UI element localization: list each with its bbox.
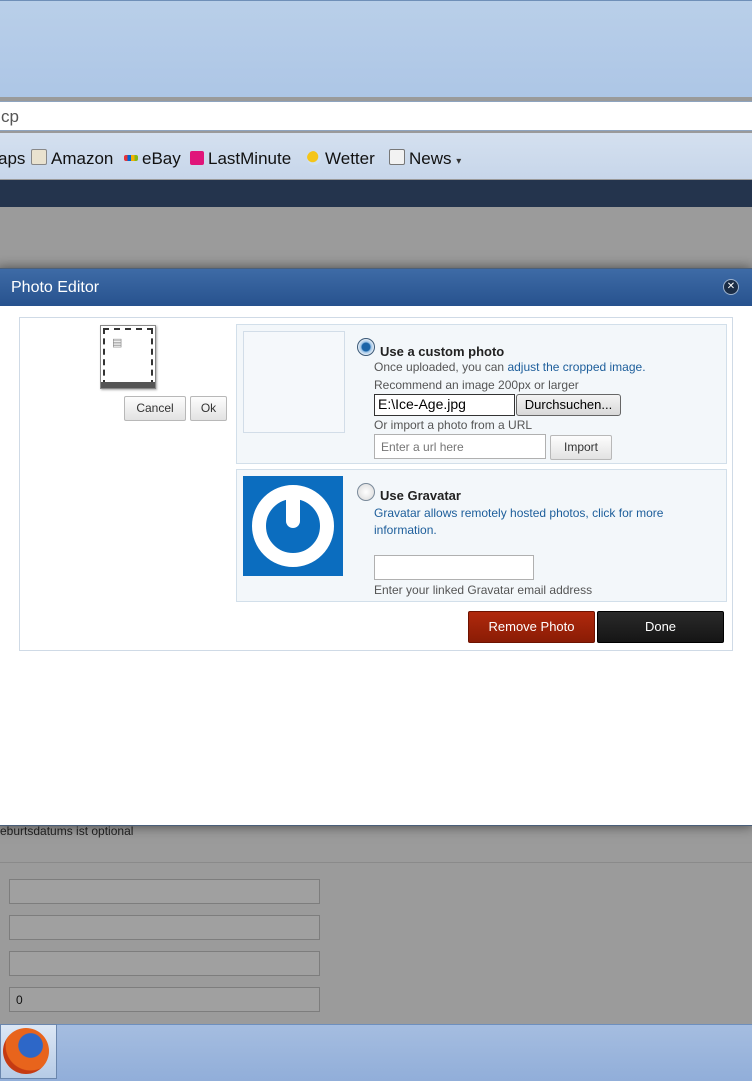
news-icon [389,149,405,165]
crop-preview[interactable]: ▤ [100,325,156,389]
lastminute-icon [190,151,204,165]
address-bar[interactable]: cp [0,101,752,131]
crop-selection[interactable]: ▤ [103,328,153,386]
gravatar-email-input[interactable] [374,555,534,580]
weather-icon [307,151,321,165]
gravatar-panel: Use Gravatar Gravatar allows remotely ho… [236,469,727,602]
site-navbar [0,180,752,207]
birthdate-note: eburtsdatums ist optional [0,824,134,838]
profile-field[interactable] [9,879,320,904]
bookmark-maps[interactable]: aps [0,149,25,169]
ok-button[interactable]: Ok [190,396,227,421]
gravatar-hint: Enter your linked Gravatar email address [374,583,593,597]
remove-photo-button[interactable]: Remove Photo [468,611,595,643]
custom-photo-radio[interactable] [357,338,375,356]
ebay-icon [124,155,138,161]
gravatar-info-link[interactable]: Gravatar allows remotely hosted photos, … [374,505,684,539]
dialog-header: Photo Editor ✕ [0,269,752,306]
adjust-crop-link[interactable]: adjust the cropped image. [507,360,645,374]
profile-field[interactable] [9,915,320,940]
bookmark-label: eBay [142,149,181,168]
divider [0,862,752,863]
editor-content: ▤ Cancel Ok Use a custom photo Once uplo… [19,317,733,651]
custom-photo-title: Use a custom photo [380,344,505,359]
bookmarks-toolbar: aps Amazon eBay LastMinute Wetter News ▾ [0,133,752,179]
taskbar [0,1024,752,1081]
bookmark-label: aps [0,149,26,168]
cancel-button[interactable]: Cancel [124,396,186,421]
custom-photo-panel: Use a custom photo Once uploaded, you ca… [236,324,727,464]
bookmark-wetter[interactable]: Wetter [307,149,375,169]
done-button[interactable]: Done [597,611,724,643]
bookmark-ebay[interactable]: eBay [124,149,181,169]
import-button[interactable]: Import [550,435,612,460]
file-path-field[interactable]: E:\Ice-Age.jpg [374,394,515,416]
bookmark-label: LastMinute [208,149,292,168]
gravatar-icon [252,485,334,567]
firefox-icon [3,1028,49,1074]
browser-titlebar [0,0,752,97]
profile-field[interactable]: 0 [9,987,320,1012]
info-text: Once uploaded, you can [374,360,508,374]
custom-photo-info: Once uploaded, you can adjust the croppe… [374,360,646,374]
recommend-text: Recommend an image 200px or larger [374,378,579,392]
crop-handle-bar [101,382,155,388]
browse-button[interactable]: Durchsuchen... [516,394,621,416]
gravatar-title: Use Gravatar [380,488,461,503]
photo-placeholder [243,331,345,433]
bookmark-lastminute[interactable]: LastMinute [190,149,291,169]
chevron-down-icon: ▾ [456,156,462,167]
dialog-title: Photo Editor [11,279,100,296]
address-text: cp [1,107,19,126]
bookmark-label: Wetter [325,149,375,168]
broken-image-icon: ▤ [112,337,123,349]
import-label: Or import a photo from a URL [374,418,533,432]
firefox-taskbar-button[interactable] [0,1024,57,1079]
bookmark-news[interactable]: News ▾ [389,149,461,169]
bookmark-label: News [409,149,452,168]
profile-field[interactable] [9,951,320,976]
gravatar-logo [243,476,343,576]
photo-editor-dialog: Photo Editor ✕ ▤ Cancel Ok Use a custom … [0,268,752,826]
gravatar-radio[interactable] [357,483,375,501]
bookmark-amazon[interactable]: Amazon [31,149,113,169]
photo-url-input[interactable] [374,434,546,459]
amazon-icon [31,149,47,165]
bookmark-label: Amazon [51,149,114,168]
close-icon[interactable]: ✕ [723,279,739,295]
